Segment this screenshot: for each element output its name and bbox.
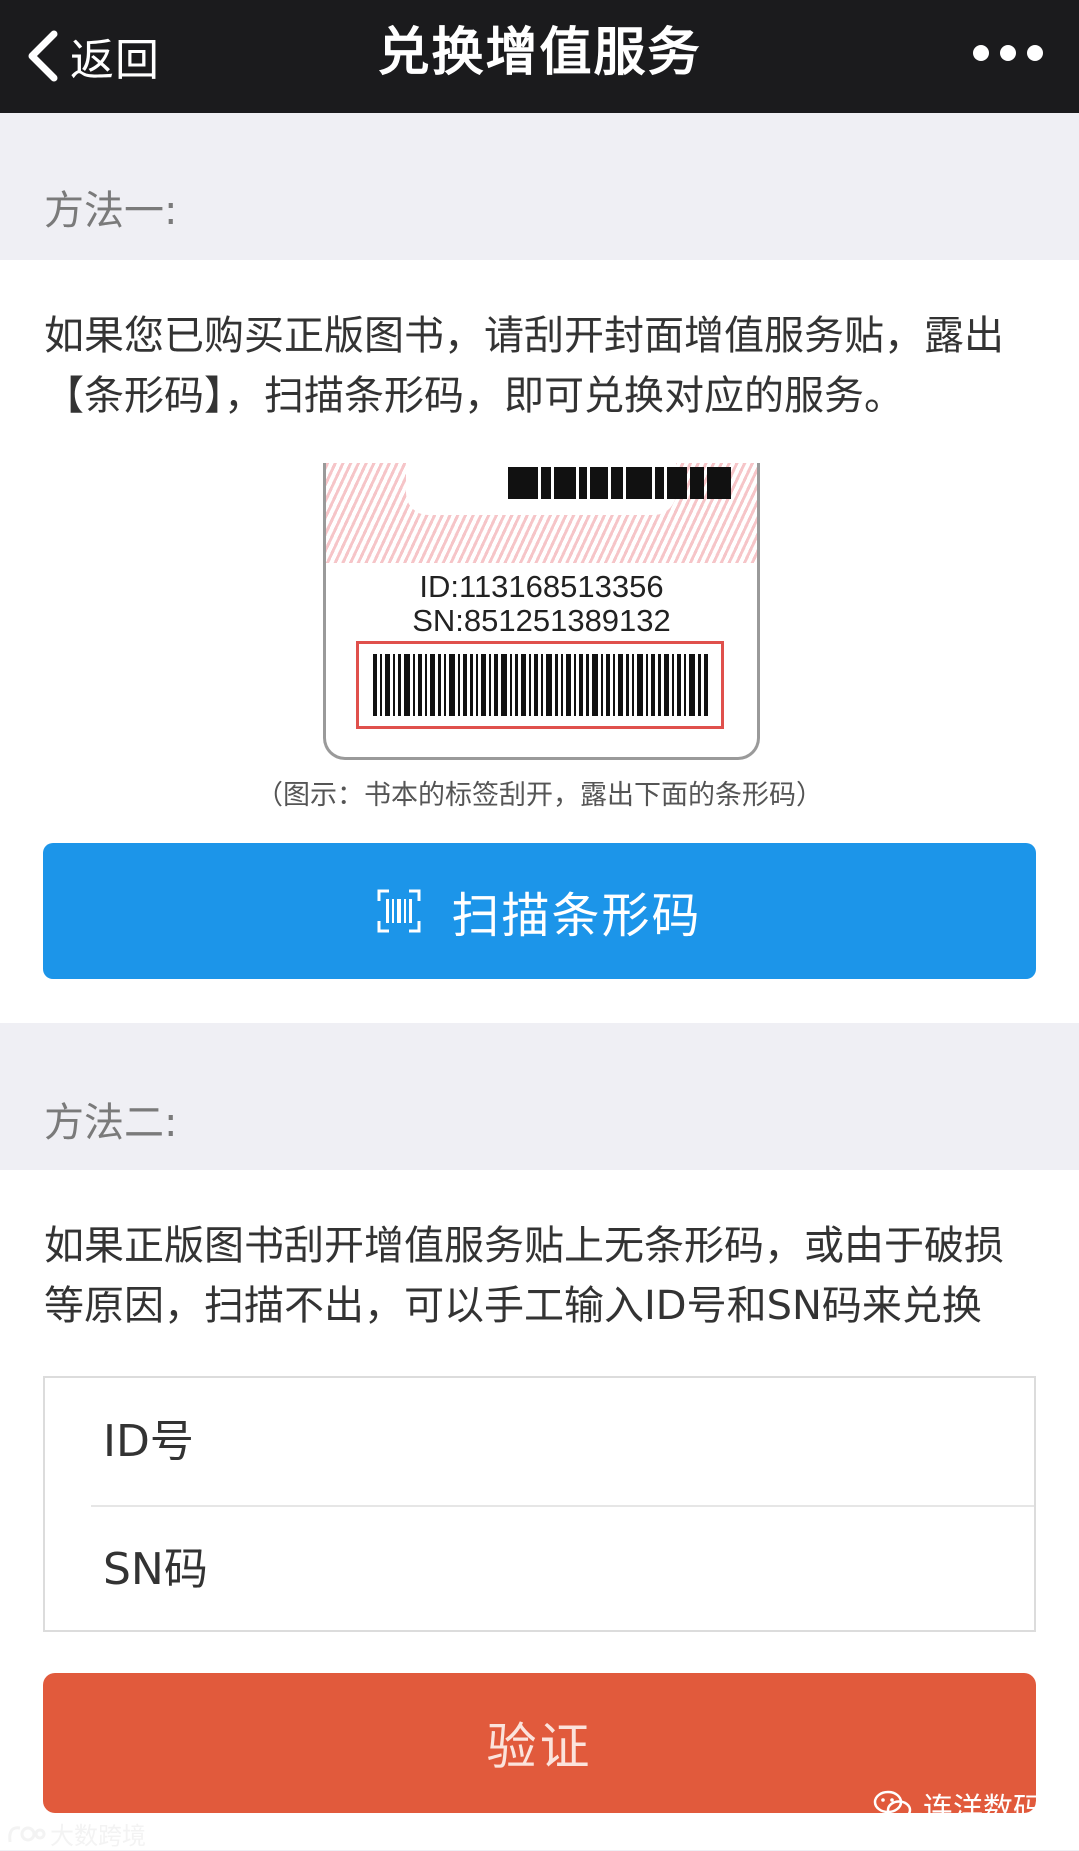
scan-barcode-button[interactable]: 扫描条形码 [43,843,1036,979]
id-number-input[interactable] [103,1415,983,1467]
navigation-bar: 返回 兑换增值服务 [0,0,1079,113]
id-field-row [45,1378,1034,1504]
brand-logo-icon [8,1825,46,1842]
page-title: 兑换增值服务 [377,23,702,83]
barcode-frame [356,641,724,729]
qr-code-fragment [508,467,734,499]
wechat-icon [873,1790,912,1820]
watermark-left-text: 大数跨境 [50,1822,146,1850]
code-input-group [43,1376,1036,1632]
label-id-text: ID:113168513356 [419,569,664,604]
illustration-caption: （图示：书本的标签刮开，露出下面的条形码） [256,780,823,811]
label-sn-text: SN:851251389132 [412,603,671,638]
watermark-left: 大数跨境 [6,1816,146,1851]
barcode-label-illustration: ID:113168513356 SN:851251389132 [323,463,760,760]
method-two-label: 方法二: [44,1100,178,1146]
sn-field-row [45,1506,1034,1632]
barcode-scan-icon [377,889,421,933]
scan-button-label: 扫描条形码 [451,888,702,944]
watermark-right: 连洋数码 [873,1784,1043,1828]
barcode-icon [373,654,708,716]
sn-code-input[interactable] [103,1543,983,1595]
method-two-description: 如果正版图书刮开增值服务贴上无条形码，或由于破损等原因，扫描不出，可以手工输入I… [44,1223,1004,1329]
more-dots-icon[interactable] [973,38,1043,68]
watermark-right-text: 连洋数码 [923,1792,1043,1827]
method-one-label: 方法一: [44,188,178,234]
method-one-description: 如果您已购买正版图书，请刮开封面增值服务贴，露出【条形码】，扫描条形码，即可兑换… [44,313,1004,419]
